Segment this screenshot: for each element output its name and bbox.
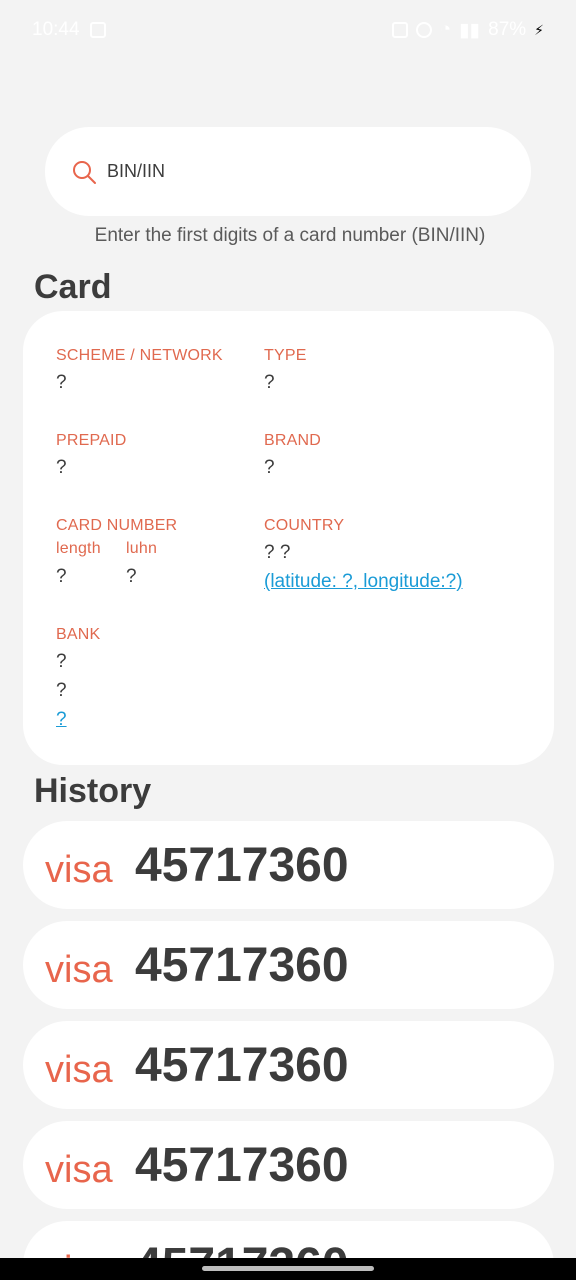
brand-label: BRAND	[264, 432, 322, 449]
history-section-title: History	[34, 772, 152, 810]
history-item[interactable]: visa 45717360	[23, 821, 554, 909]
card-info-panel: SCHEME / NETWORK ? TYPE ? PREPAID ? BRAN…	[23, 311, 554, 765]
history-item-bin: 45717360	[135, 1038, 349, 1092]
country-coords-link[interactable]: (latitude: ?, longitude:?)	[264, 571, 463, 593]
country-label: COUNTRY	[264, 517, 345, 534]
brand-value: ?	[264, 457, 275, 478]
charging-icon: ⚡	[534, 21, 544, 38]
prepaid-label: PREPAID	[56, 432, 127, 449]
battery-level: 87%	[488, 19, 527, 40]
alarm-icon	[415, 22, 432, 38]
history-item-bin: 45717360	[135, 838, 349, 892]
card-number-label: CARD NUMBER	[56, 517, 178, 534]
history-item[interactable]: visa 45717360	[23, 1021, 554, 1109]
history-item-brand: visa	[45, 1148, 113, 1191]
history-item-brand: visa	[45, 948, 113, 991]
bank-label: BANK	[56, 626, 101, 643]
history-item[interactable]: visa 45717360	[23, 921, 554, 1009]
search-icon	[73, 160, 96, 184]
lock-icon	[391, 22, 408, 38]
luhn-value: ?	[126, 566, 137, 587]
gallery-icon	[89, 22, 106, 38]
status-bar: 10:44 ◔ ▮▮ 87% ⚡	[0, 0, 576, 60]
wifi-icon: ◔	[439, 19, 452, 40]
prepaid-value: ?	[56, 457, 67, 478]
type-value: ?	[264, 372, 275, 393]
type-label: TYPE	[264, 347, 307, 364]
luhn-label: luhn	[126, 540, 158, 557]
card-section-title: Card	[34, 268, 112, 306]
length-label: length	[56, 540, 101, 557]
status-left: 10:44	[32, 19, 106, 41]
status-right: ◔ ▮▮ 87% ⚡	[391, 19, 544, 42]
home-handle[interactable]	[202, 1266, 374, 1271]
country-value: ? ?	[264, 542, 291, 563]
history-item-brand: visa	[45, 1048, 113, 1091]
search-hint: Enter the first digits of a card number …	[94, 225, 486, 246]
bin-search-input[interactable]	[107, 161, 487, 182]
signal-icon: ▮▮	[459, 19, 481, 41]
bank-name: ?	[56, 651, 67, 672]
history-item-brand: visa	[45, 848, 113, 891]
history-item-bin: 45717360	[135, 1138, 349, 1192]
scheme-value: ?	[56, 372, 67, 393]
search-box[interactable]	[45, 127, 531, 216]
bank-phone: ?	[56, 680, 67, 701]
status-time: 10:44	[32, 19, 80, 40]
bank-url-link[interactable]: ?	[56, 709, 67, 731]
history-item[interactable]: visa 45717360	[23, 1121, 554, 1209]
scheme-label: SCHEME / NETWORK	[56, 347, 223, 364]
history-item-bin: 45717360	[135, 938, 349, 992]
length-value: ?	[56, 566, 67, 587]
